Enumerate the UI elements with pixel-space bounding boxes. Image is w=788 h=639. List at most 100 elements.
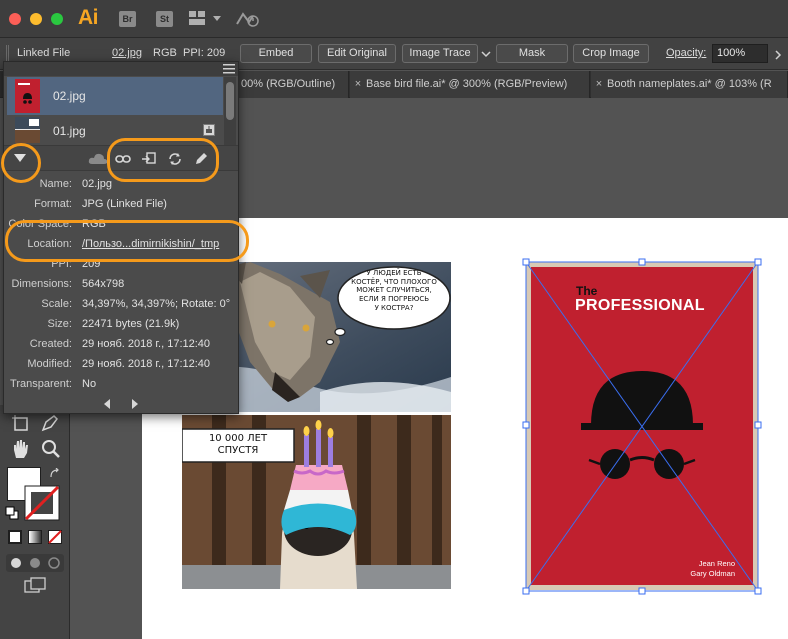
next-arrow-icon[interactable]: [131, 399, 139, 409]
links-panel-toolbar: [4, 145, 238, 171]
stock-button[interactable]: St: [156, 11, 173, 27]
ppi-label: PPI: 209: [183, 47, 226, 59]
linked-file-link[interactable]: Linked File: [17, 47, 70, 59]
bubble-line: У ЛЮДЕЙ ЕСТЬ: [366, 269, 422, 277]
info-value: 209: [82, 258, 101, 270]
link-thumbnail: [15, 117, 40, 143]
info-label: Transparent:: [10, 378, 72, 390]
hand-tool-icon[interactable]: [10, 438, 32, 460]
close-dot-icon[interactable]: [9, 13, 21, 25]
cloud-link-icon[interactable]: [88, 151, 108, 167]
disclosure-triangle-icon[interactable]: [14, 153, 26, 163]
color-mode-label: RGB: [153, 47, 177, 59]
opacity-input[interactable]: 100%: [712, 44, 768, 63]
close-icon[interactable]: ×: [591, 71, 607, 98]
bubble-line: ЕСЛИ Я ПОГРЕЮСЬ: [358, 295, 430, 304]
file-name-link[interactable]: 02.jpg: [112, 47, 142, 59]
tab-label: 00% (RGB/Outline): [241, 78, 336, 90]
gpu-performance-icon[interactable]: [235, 10, 261, 28]
go-to-link-icon[interactable]: [141, 151, 157, 167]
crop-image-button[interactable]: Crop Image: [573, 44, 649, 63]
tab-booth-nameplates[interactable]: × Booth nameplates.ai* @ 103% (R: [591, 71, 788, 98]
tab-label: Base bird file.ai* @ 300% (RGB/Preview): [366, 78, 568, 90]
link-item-01[interactable]: 01.jpg: [7, 115, 223, 145]
artboard-tool-icon[interactable]: [12, 415, 30, 433]
title-bar: Ai Br St: [0, 0, 788, 38]
update-link-icon[interactable]: [167, 151, 183, 167]
tab-outline-document[interactable]: 00% (RGB/Outline): [235, 71, 349, 98]
chevron-down-icon[interactable]: [213, 16, 221, 21]
info-label: Location:: [27, 238, 72, 250]
bridge-button[interactable]: Br: [119, 11, 136, 27]
mask-button[interactable]: Mask: [496, 44, 568, 63]
info-value: 22471 bytes (21.9k): [82, 318, 180, 330]
close-icon[interactable]: ×: [350, 71, 366, 98]
info-value: 564x798: [82, 278, 125, 290]
info-label: Size:: [47, 318, 72, 330]
info-label: Dimensions:: [11, 278, 72, 290]
embed-button[interactable]: Embed: [240, 44, 312, 63]
relink-icon[interactable]: [115, 152, 131, 166]
links-panel: 02.jpg 01.jpg Name: 02.jpg Format: JPG (…: [3, 61, 239, 414]
opacity-label: Opacity:: [666, 47, 707, 59]
info-value: RGB: [82, 218, 106, 230]
app-logo: Ai: [78, 6, 99, 29]
draw-behind-icon[interactable]: [28, 556, 42, 570]
info-navigation: [4, 394, 238, 414]
wolf-bubble-text: У ЛЮДЕЙ ЕСТЬ КОСТЁР, ЧТО ПЛОХОГО МОЖЕТ С…: [340, 269, 448, 313]
info-value: 02.jpg: [82, 178, 112, 190]
zoom-dot-icon[interactable]: [51, 13, 63, 25]
draw-normal-icon[interactable]: [9, 556, 23, 570]
link-item-name: 02.jpg: [53, 89, 86, 103]
info-label: Created:: [29, 338, 72, 350]
prev-arrow-icon[interactable]: [103, 399, 111, 409]
bubble-line: КОСТЁР, ЧТО ПЛОХОГО: [351, 277, 437, 286]
image-trace-button[interactable]: Image Trace: [402, 44, 478, 63]
edit-original-button[interactable]: Edit Original: [318, 44, 396, 63]
zoom-tool-icon[interactable]: [40, 438, 62, 460]
link-item-02[interactable]: 02.jpg: [7, 77, 223, 115]
chevron-down-icon[interactable]: [481, 50, 491, 58]
workspace-grid-icon[interactable]: [189, 11, 205, 25]
info-value: JPG (Linked File): [82, 198, 167, 210]
caption-line: 10 000 ЛЕТ: [208, 433, 268, 444]
info-label: PPI:: [51, 258, 72, 270]
draw-inside-icon[interactable]: [47, 556, 61, 570]
panel-menu-icon[interactable]: [223, 64, 235, 74]
app-window: Ai Br St Linked File 02.jpg RGB PPI: 209…: [0, 0, 788, 639]
pug-caption: 10 000 ЛЕТ СПУСТЯ: [182, 433, 294, 457]
scrollbar[interactable]: [224, 77, 236, 154]
link-thumbnail: [15, 79, 40, 113]
bubble-line: У КОСТРА?: [374, 303, 414, 312]
gradient-mode-button[interactable]: [28, 530, 42, 544]
edit-original-icon[interactable]: [193, 151, 209, 167]
selection-bounding-box[interactable]: [520, 257, 764, 595]
screen-mode-icon[interactable]: [24, 577, 48, 595]
pug-image[interactable]: 10 000 ЛЕТ СПУСТЯ: [182, 415, 451, 589]
info-value: No: [82, 378, 97, 390]
swap-colors-icon[interactable]: [49, 468, 61, 480]
bubble-line: МОЖЕТ СЛУЧИТЬСЯ,: [356, 286, 432, 295]
tab-label: Booth nameplates.ai* @ 103% (R: [607, 78, 772, 90]
link-badge-icon: [203, 124, 215, 136]
info-label: Format:: [34, 198, 72, 210]
link-info: Name: 02.jpg Format: JPG (Linked File) C…: [4, 172, 238, 394]
scrollbar-thumb[interactable]: [226, 82, 234, 120]
tab-base-bird-file[interactable]: × Base bird file.ai* @ 300% (RGB/Preview): [350, 71, 590, 98]
info-label: Name:: [39, 178, 72, 190]
chevron-right-icon[interactable]: [774, 50, 782, 60]
location-link[interactable]: /Пользо...dimirnikishin/_tmp: [82, 238, 219, 250]
link-item-name: 01.jpg: [53, 124, 86, 138]
panel-header[interactable]: [4, 62, 238, 76]
minimize-dot-icon[interactable]: [30, 13, 42, 25]
stroke-color-swatch[interactable]: [24, 485, 60, 521]
default-colors-icon[interactable]: [5, 506, 19, 520]
info-value: 34,397%, 34,397%; Rotate: 0°: [82, 298, 231, 310]
color-mode-button[interactable]: [8, 530, 22, 544]
none-mode-button[interactable]: [48, 530, 62, 544]
info-value: 29 нояб. 2018 г., 17:12:40: [82, 358, 211, 370]
info-label: Scale:: [41, 298, 72, 310]
draw-modes: [6, 554, 64, 572]
info-label: Color Space:: [8, 218, 72, 230]
pen-tool-icon[interactable]: [40, 413, 60, 433]
